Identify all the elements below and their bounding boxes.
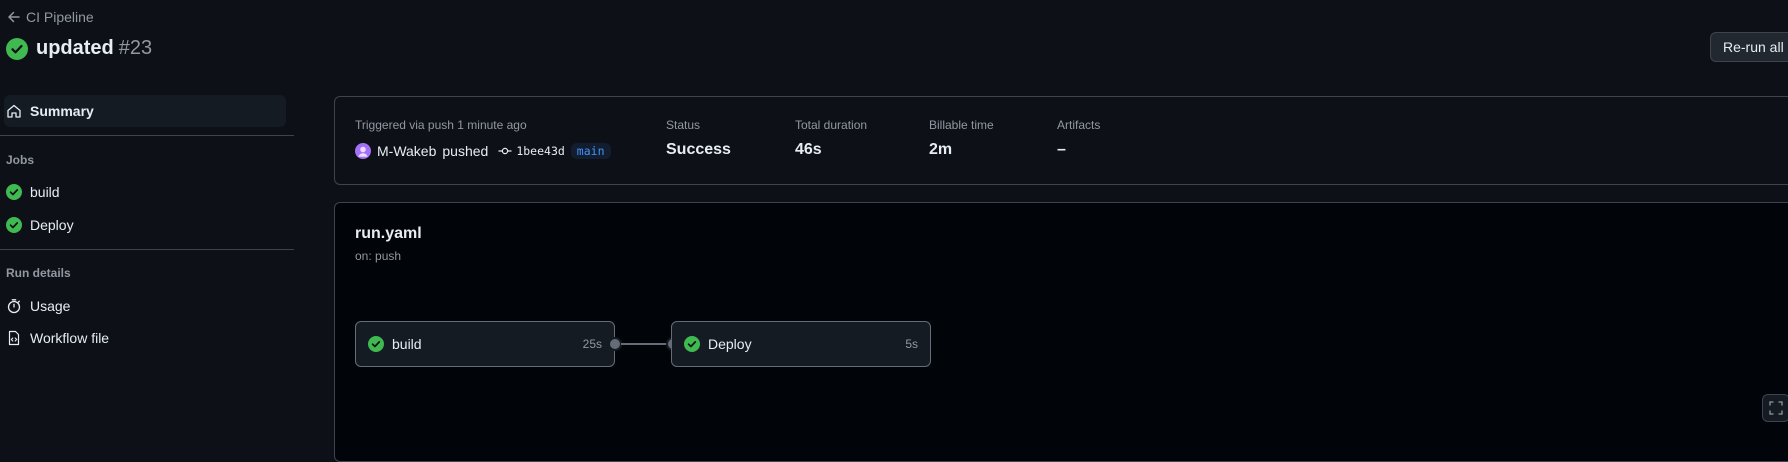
duration-label: Total duration xyxy=(795,118,868,132)
success-icon xyxy=(684,336,700,352)
run-number: #23 xyxy=(118,37,153,59)
divider xyxy=(0,135,294,136)
sidebar-item-deploy[interactable]: Deploy xyxy=(4,209,286,241)
divider xyxy=(0,249,294,250)
trigger-info: M-Wakeb pushed 1bee43d main xyxy=(355,143,611,159)
sidebar-item-usage[interactable]: Usage xyxy=(4,290,286,322)
page-title: updated xyxy=(36,37,114,59)
success-icon xyxy=(368,336,384,352)
fullscreen-icon xyxy=(1769,401,1783,415)
branch-badge[interactable]: main xyxy=(570,143,611,159)
status-value: Success xyxy=(666,141,731,158)
back-link[interactable]: CI Pipeline xyxy=(6,9,94,25)
job-card-deploy[interactable]: Deploy 5s xyxy=(671,321,931,367)
file-code-icon xyxy=(6,330,22,346)
sidebar-item-label: Summary xyxy=(30,103,94,119)
page-title-row: updated #23 xyxy=(6,37,152,60)
duration-value: 46s xyxy=(795,141,822,158)
git-commit-icon xyxy=(498,146,512,156)
workflow-trigger: on: push xyxy=(355,249,402,263)
home-icon xyxy=(6,103,22,119)
run-summary-card: Triggered via push 1 minute ago M-Wakeb … xyxy=(334,96,1788,185)
job-card-build[interactable]: build 25s xyxy=(355,321,615,367)
workflow-graph-panel: run.yaml on: push build 25s Deploy 5s xyxy=(334,202,1788,462)
job-connector xyxy=(621,343,671,345)
fullscreen-button[interactable] xyxy=(1762,394,1788,422)
billable-value: 2m xyxy=(929,141,953,158)
commit-link[interactable]: 1bee43d xyxy=(498,144,565,158)
sidebar-item-label: build xyxy=(30,184,60,200)
sidebar-item-summary[interactable]: Summary xyxy=(4,95,286,127)
success-icon xyxy=(6,37,28,60)
rerun-all-button[interactable]: Re-run all xyxy=(1710,32,1788,62)
jobs-heading: Jobs xyxy=(6,153,35,167)
success-icon xyxy=(6,217,22,233)
connector-dot xyxy=(608,337,622,351)
sidebar-item-label: Usage xyxy=(30,298,71,314)
avatar[interactable] xyxy=(355,143,371,159)
job-duration: 5s xyxy=(905,337,918,351)
workflow-name: run.yaml xyxy=(355,225,422,242)
artifacts-label: Artifacts xyxy=(1057,118,1101,132)
trigger-label: Triggered via push 1 minute ago xyxy=(355,118,527,132)
job-duration: 25s xyxy=(582,337,602,351)
actor-name[interactable]: M-Wakeb xyxy=(377,143,436,159)
success-icon xyxy=(6,184,22,200)
sidebar-item-label: Deploy xyxy=(30,217,74,233)
sidebar-item-build[interactable]: build xyxy=(4,176,286,208)
run-details-heading: Run details xyxy=(6,266,71,280)
sidebar-item-workflow-file[interactable]: Workflow file xyxy=(4,322,286,354)
artifacts-value: – xyxy=(1057,141,1066,158)
action-text: pushed xyxy=(442,143,489,159)
stopwatch-icon xyxy=(6,298,22,314)
status-label: Status xyxy=(666,118,701,132)
back-link-label: CI Pipeline xyxy=(26,9,94,25)
arrow-left-icon xyxy=(6,9,22,25)
commit-sha: 1bee43d xyxy=(516,144,565,158)
billable-label: Billable time xyxy=(929,118,994,132)
job-name: Deploy xyxy=(708,336,752,352)
job-name: build xyxy=(392,336,422,352)
sidebar-item-label: Workflow file xyxy=(30,330,110,346)
